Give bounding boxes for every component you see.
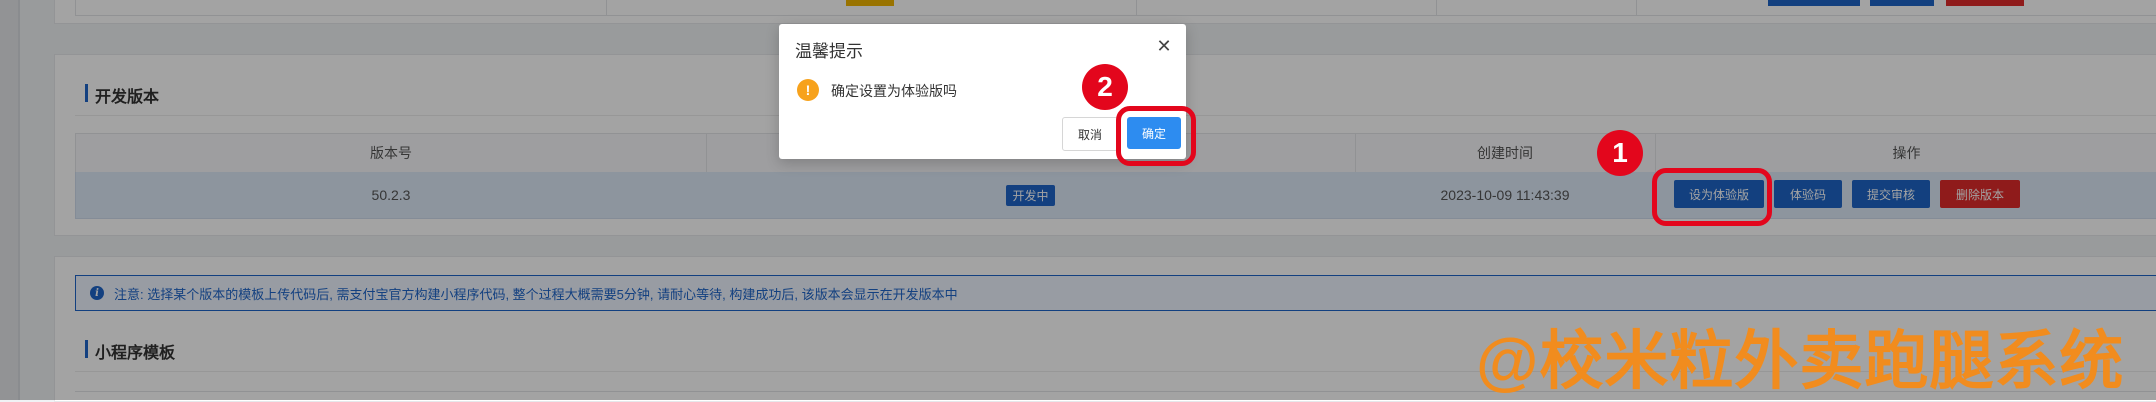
- step-badge-2: 2: [1082, 64, 1128, 110]
- cancel-button[interactable]: 取消: [1062, 117, 1118, 151]
- dialog-title: 温馨提示: [795, 42, 863, 61]
- watermark: @校米粒外卖跑腿系统: [1476, 325, 2125, 397]
- close-icon[interactable]: ✕: [1154, 36, 1174, 56]
- dialog-message: 确定设置为体验版吗: [831, 83, 957, 99]
- step-badge-1: 1: [1597, 130, 1643, 176]
- highlight-ring: [1652, 168, 1772, 226]
- warning-icon: !: [797, 79, 819, 101]
- highlight-ring: [1116, 106, 1196, 166]
